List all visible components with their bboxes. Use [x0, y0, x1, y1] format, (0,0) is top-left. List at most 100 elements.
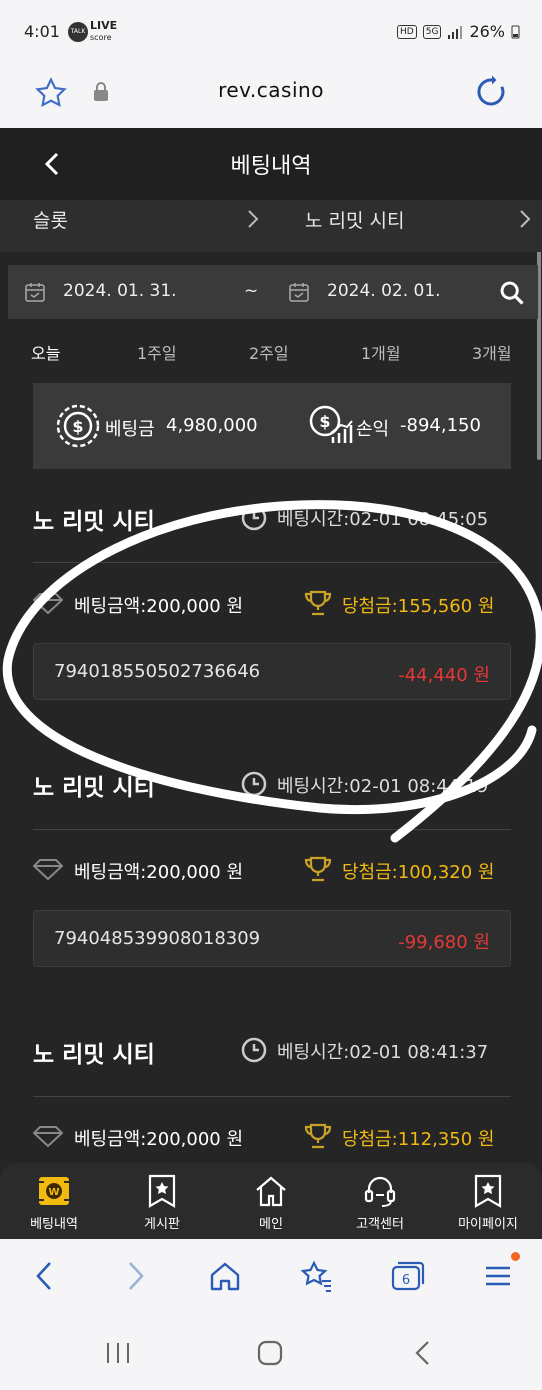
game-select[interactable]: 노 리밋 시티 — [271, 200, 542, 252]
period-tab-1month[interactable]: 1개월 — [361, 340, 401, 364]
coin-icon: $ — [56, 404, 100, 448]
headset-icon — [364, 1176, 396, 1207]
nav-item-mypage[interactable]: 마이페이지 — [434, 1163, 542, 1239]
summary-box: $ 베팅금 4,980,000 $ 손익 -894,150 — [33, 383, 511, 469]
trophy-icon — [304, 1123, 332, 1149]
summary-bet-label: 베팅금 — [105, 419, 155, 440]
record-detail-box[interactable]: 794048539908018309 -99,680 원 — [33, 910, 511, 967]
nav-label: 베팅내역 — [30, 1217, 78, 1232]
record-win: 당첨금:155,560 원 — [342, 596, 495, 617]
network-badge: 5G — [422, 24, 442, 39]
chevron-right-icon — [248, 210, 259, 228]
record-bet: 베팅금액:200,000 원 — [74, 862, 244, 883]
mypage-icon — [474, 1174, 502, 1208]
livescore-sub: score — [90, 33, 112, 42]
record-time: 베팅시간:02-01 08:44:19 — [277, 776, 489, 797]
browser-url-bar: rev.casino — [0, 66, 542, 128]
bookmarks-icon[interactable] — [298, 1259, 334, 1293]
status-time: 4:01 — [24, 22, 60, 41]
diamond-icon — [33, 1126, 63, 1147]
record-pl: -44,440 원 — [398, 665, 490, 686]
battery-percent: 26% — [469, 22, 505, 41]
nav-item-board[interactable]: 게시판 — [108, 1163, 216, 1239]
calendar-icon — [289, 283, 309, 302]
nav-item-main[interactable]: 메인 — [217, 1163, 325, 1239]
browser-forward-icon[interactable] — [122, 1259, 150, 1293]
record-win: 당첨금:112,350 원 — [342, 1129, 495, 1150]
game-label: 노 리밋 시티 — [305, 210, 405, 232]
trophy-icon — [304, 856, 332, 882]
signal-icon — [448, 25, 463, 39]
date-separator: ~ — [244, 281, 259, 301]
record-title: 노 리밋 시티 — [33, 1042, 155, 1068]
reload-icon[interactable] — [474, 74, 510, 110]
menu-icon[interactable] — [482, 1259, 514, 1293]
system-home-icon[interactable] — [256, 1339, 284, 1367]
home-icon — [256, 1176, 286, 1207]
period-tab-today[interactable]: 오늘 — [31, 340, 60, 364]
hd-badge: HD — [397, 24, 417, 39]
summary-bet-value: 4,980,000 — [166, 415, 258, 436]
period-tab-3month[interactable]: 3개월 — [472, 340, 512, 364]
period-tab-1week[interactable]: 1주일 — [137, 340, 177, 364]
calendar-icon — [25, 283, 45, 302]
divider — [33, 1096, 511, 1097]
system-back-icon[interactable] — [410, 1339, 438, 1367]
nav-label: 고객센터 — [356, 1217, 404, 1232]
notification-dot — [511, 1252, 520, 1261]
status-bar: 4:01 TALK LIVE score HD 5G 26% — [0, 0, 542, 66]
system-nav-bar — [0, 1313, 542, 1390]
record-bet: 베팅금액:200,000 원 — [74, 1129, 244, 1150]
nav-label: 게시판 — [144, 1217, 180, 1232]
browser-home-icon[interactable] — [208, 1259, 242, 1293]
talk-icon: TALK — [68, 22, 88, 42]
record-title: 노 리밋 시티 — [33, 509, 155, 535]
svg-text:$: $ — [72, 417, 83, 436]
record-detail-box[interactable]: 794018550502736646 -44,440 원 — [33, 643, 511, 700]
summary-pl-value: -894,150 — [400, 415, 481, 436]
clock-icon — [241, 505, 267, 531]
trophy-icon — [304, 590, 332, 616]
nav-item-betting-history[interactable]: W 베팅내역 — [0, 1163, 108, 1239]
status-right: HD 5G 26% — [397, 22, 520, 41]
period-tab-2week[interactable]: 2주일 — [249, 340, 289, 364]
browser-toolbar: 6 — [0, 1239, 542, 1313]
page-title: 베팅내역 — [230, 154, 312, 179]
profit-chart-icon: $ — [309, 405, 353, 443]
clock-icon — [241, 771, 267, 797]
category-label: 슬롯 — [33, 210, 68, 232]
nav-label: 메인 — [259, 1217, 283, 1232]
url-text[interactable]: rev.casino — [0, 78, 542, 102]
tabs-icon[interactable]: 6 — [389, 1259, 425, 1293]
recent-apps-icon[interactable] — [104, 1339, 132, 1367]
search-icon[interactable] — [498, 279, 526, 307]
category-select[interactable]: 슬롯 — [0, 200, 271, 252]
nav-item-support[interactable]: 고객센터 — [326, 1163, 434, 1239]
record-title: 노 리밋 시티 — [33, 775, 155, 801]
diamond-icon — [33, 859, 63, 880]
battery-icon — [511, 25, 520, 38]
clock-icon — [241, 1037, 267, 1063]
svg-text:$: $ — [319, 412, 330, 431]
record-id: 794048539908018309 — [54, 928, 261, 949]
nav-label: 마이페이지 — [458, 1217, 518, 1232]
app-header: 베팅내역 — [0, 128, 542, 200]
filter-row: 슬롯 노 리밋 시티 — [0, 200, 542, 252]
record-id: 794018550502736646 — [54, 661, 261, 682]
diamond-icon — [33, 593, 63, 614]
record-win: 당첨금:100,320 원 — [342, 862, 495, 883]
date-range-row: 2024. 01. 31. ~ 2024. 02. 01. — [8, 265, 538, 319]
date-to[interactable]: 2024. 02. 01. — [327, 281, 441, 301]
record-time: 베팅시간:02-01 08:45:05 — [277, 509, 489, 530]
date-from[interactable]: 2024. 01. 31. — [63, 281, 177, 301]
livescore-icon: LIVE score — [90, 20, 117, 43]
record-bet: 베팅금액:200,000 원 — [74, 596, 244, 617]
board-icon — [148, 1174, 176, 1208]
browser-back-icon[interactable] — [30, 1259, 58, 1293]
divider — [33, 829, 511, 830]
tab-count: 6 — [402, 1273, 410, 1288]
svg-text:W: W — [48, 1187, 59, 1198]
record-pl: -99,680 원 — [398, 932, 490, 953]
livescore-label: LIVE — [90, 19, 118, 32]
divider — [33, 562, 511, 563]
